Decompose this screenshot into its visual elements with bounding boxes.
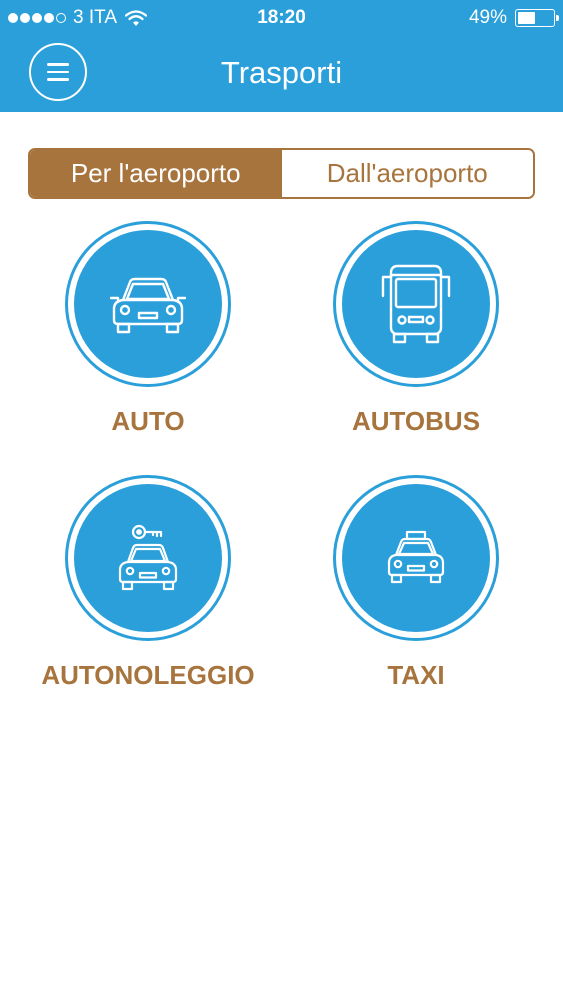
battery-fill — [518, 12, 535, 24]
tile-taxi-label: TAXI — [387, 660, 445, 690]
tile-auto[interactable]: AUTO — [28, 221, 268, 446]
direction-segmented-control: Per l'aeroporto Dall'aeroporto — [28, 148, 535, 199]
key-icon — [131, 524, 163, 540]
tile-taxi[interactable]: TAXI — [296, 475, 536, 700]
top-bar: 3 ITA 18:20 49% Trasporti — [0, 0, 563, 112]
battery-icon — [515, 9, 559, 27]
car-icon — [110, 277, 186, 334]
page-title: Trasporti — [220, 55, 343, 90]
taxi-icon — [387, 530, 445, 584]
battery-percentage: 49% — [468, 7, 507, 28]
tile-auto-label: AUTO — [111, 406, 185, 436]
autonoleggio-circle[interactable] — [65, 475, 231, 641]
segment-to-airport[interactable]: Per l'aeroporto — [30, 150, 282, 197]
bus-icon — [381, 264, 451, 344]
status-bar: 3 ITA 18:20 49% — [0, 0, 563, 38]
autobus-circle[interactable] — [333, 221, 499, 387]
tile-autonoleggio-label: AUTONOLEGGIO — [41, 660, 255, 690]
rental-car-icon — [118, 524, 178, 591]
tile-autonoleggio[interactable]: AUTONOLEGGIO — [28, 475, 268, 700]
tile-autobus[interactable]: AUTOBUS — [296, 221, 536, 446]
auto-circle[interactable] — [65, 221, 231, 387]
taxi-circle[interactable] — [333, 475, 499, 641]
tile-autobus-label: AUTOBUS — [351, 406, 481, 436]
segment-from-airport[interactable]: Dall'aeroporto — [281, 150, 533, 197]
status-right: 49% — [468, 7, 559, 29]
